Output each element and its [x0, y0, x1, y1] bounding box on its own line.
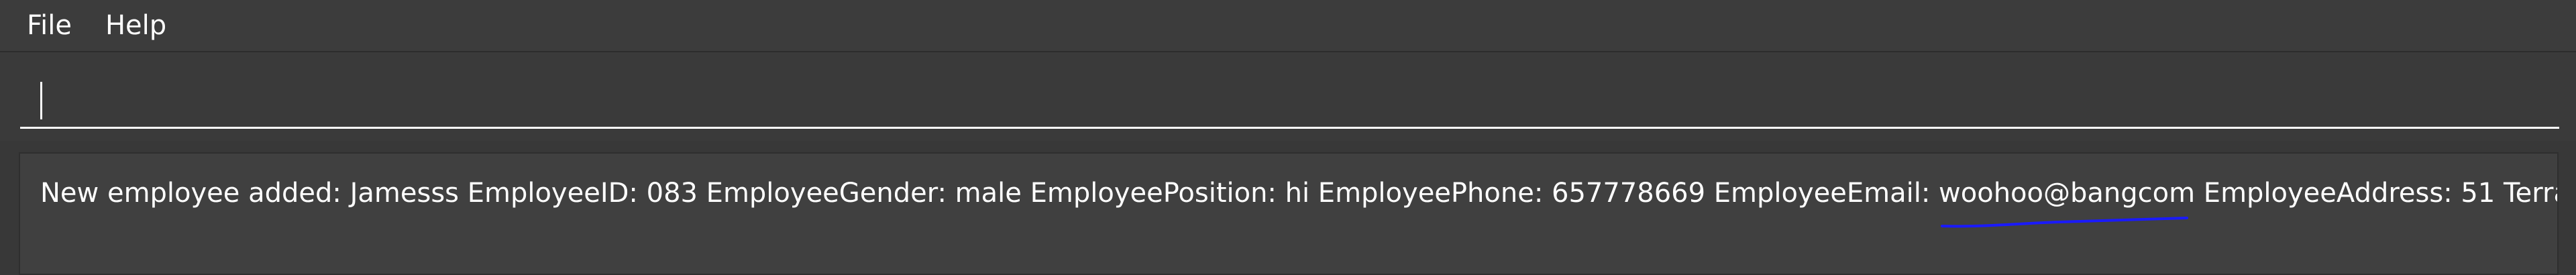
result-prefix: New employee added: Jamesss EmployeeID: …	[40, 178, 1931, 209]
command-input[interactable]	[20, 71, 2559, 129]
result-area: New employee added: Jamesss EmployeeID: …	[0, 141, 2576, 275]
result-message: New employee added: Jamesss EmployeeID: …	[40, 178, 2557, 228]
command-area	[0, 51, 2576, 141]
app-window: File Help New employee added: Jamesss Em…	[0, 0, 2576, 275]
menu-file[interactable]: File	[13, 0, 85, 51]
menu-bar: File Help	[0, 0, 2576, 51]
result-email: woohoo@bangcom	[1939, 178, 2196, 228]
result-email-text: woohoo@bangcom	[1939, 178, 2196, 209]
result-suffix: EmployeeAddress: 51 Terrace House Employ…	[2203, 178, 2557, 209]
result-display: New employee added: Jamesss EmployeeID: …	[19, 152, 2559, 275]
menu-help[interactable]: Help	[92, 0, 180, 51]
text-caret	[40, 82, 42, 119]
